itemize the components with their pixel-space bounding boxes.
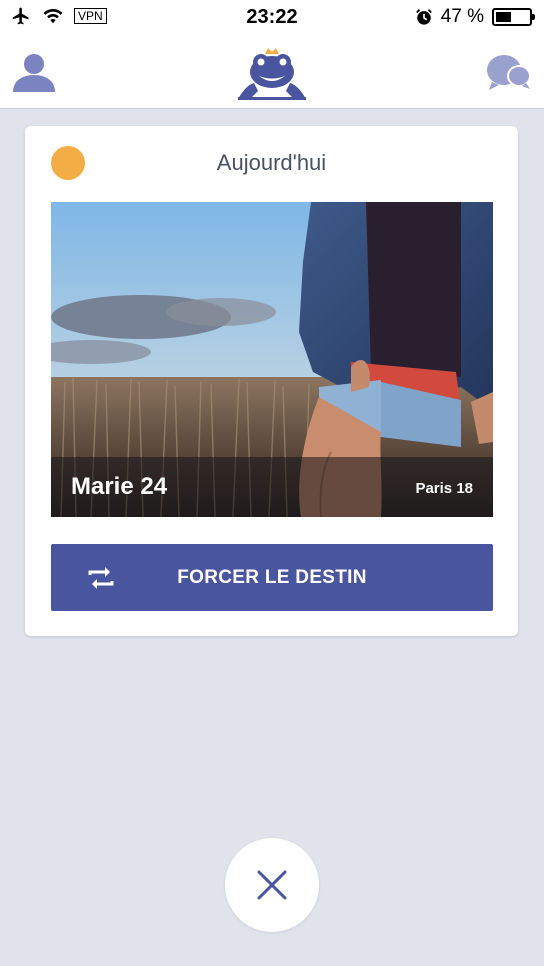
profile-name-age: Marie 24	[71, 473, 168, 500]
frog-logo-icon[interactable]	[234, 44, 310, 100]
profile-photo[interactable]: Marie 24 Paris 18	[51, 202, 493, 517]
battery-fill	[496, 12, 511, 22]
status-right: 47 %	[415, 6, 535, 28]
alarm-icon	[415, 9, 432, 25]
force-destiny-label: FORCER LE DESTIN	[177, 567, 367, 588]
dismiss-button[interactable]	[225, 838, 319, 932]
profile-icon[interactable]	[10, 50, 58, 94]
force-destiny-button[interactable]: FORCER LE DESTIN	[51, 544, 493, 611]
profile-location: Paris 18	[415, 480, 473, 497]
battery-icon	[492, 8, 535, 26]
chat-icon[interactable]	[486, 52, 532, 92]
daily-match-card: Aujourd'hui Marie 24 Paris 18 FORCER LE …	[25, 126, 518, 636]
battery-percent: 47 %	[440, 6, 484, 27]
card-heading: Aujourd'hui	[216, 150, 327, 175]
top-nav-bar	[0, 36, 544, 109]
close-icon	[257, 870, 287, 900]
status-bar: VPN 23:22 47 %	[0, 0, 544, 36]
